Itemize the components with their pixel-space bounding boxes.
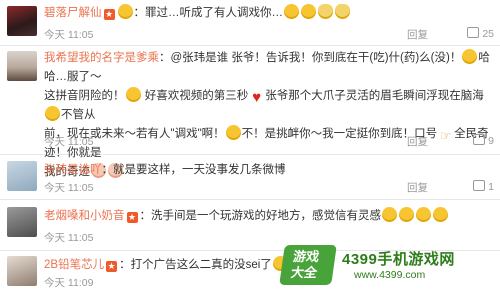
- comment-text: ：罪过…听成了有人调戏你…: [133, 7, 284, 19]
- username-link[interactable]: 碧落尸解仙: [44, 7, 102, 19]
- comment-item: 我希望我的名字是爹乘：@张玮是谁 张爷！告诉我！你到底在干(吃)什(药)么(没)…: [0, 46, 500, 178]
- timestamp: 今天 11:05: [44, 136, 94, 148]
- member-badge-icon: ★: [106, 261, 118, 272]
- thumbs-up-icon: [467, 27, 480, 38]
- logo-text: 大全: [289, 265, 319, 280]
- thumbs-up-icon: [473, 180, 486, 191]
- avatar[interactable]: [7, 256, 37, 286]
- laugh-emoji-icon: [416, 207, 431, 222]
- sweat-emoji-icon: [117, 4, 133, 19]
- avatar[interactable]: [7, 161, 37, 191]
- cat-emoji-icon: [318, 4, 333, 19]
- comment-content: 碧落尸解仙 ★ ：罪过…听成了有人调戏你…: [44, 4, 494, 23]
- reply-button[interactable]: 回复: [407, 134, 428, 149]
- comment-text: 不管从: [61, 109, 96, 121]
- comment-text: 张爷那个大爪子灵活的眉毛瞬间浮现在脑海: [265, 90, 484, 102]
- smirk-emoji-icon: [45, 106, 60, 121]
- username-link[interactable]: 老烟嗓和小奶音: [44, 210, 125, 222]
- like-count: 1: [488, 181, 494, 193]
- comment-content: 张玮是谁吖：就是要这样，一天没事发几条微博: [44, 161, 494, 180]
- like-count: 25: [482, 28, 494, 40]
- like-button[interactable]: 1: [473, 180, 494, 193]
- like-button[interactable]: 25: [467, 27, 494, 40]
- comment-item: 张玮是谁吖：就是要这样，一天没事发几条微博 今天 11:05 回复 1: [0, 155, 500, 200]
- watermark-title: 4399手机游戏网: [342, 251, 455, 268]
- laugh-emoji-icon: [284, 4, 299, 19]
- timestamp: 今天 11:05: [44, 182, 94, 194]
- comment-meta: 今天 11:05 回复 9: [44, 134, 494, 149]
- timestamp: 今天 11:05: [44, 232, 94, 244]
- comment-text: ：就是要这样，一天没事发几条微博: [101, 164, 286, 176]
- laugh-emoji-icon: [433, 207, 448, 222]
- comment-text: ：洗手间是一个玩游戏的好地方，感觉信有灵感: [139, 210, 382, 222]
- avatar[interactable]: [7, 207, 37, 237]
- comment-meta: 今天 11:05 回复 25: [44, 27, 494, 42]
- member-badge-icon: ★: [103, 9, 115, 20]
- comment-text: 好喜欢视频的第三秒: [144, 90, 249, 102]
- comment-item: 老烟嗓和小奶音 ★ ：洗手间是一个玩游戏的好地方，感觉信有灵感 今天 11:05: [0, 200, 500, 251]
- username-link[interactable]: 张玮是谁吖: [44, 164, 102, 176]
- comment-meta: 今天 11:05 回复 1: [44, 180, 494, 195]
- laugh-emoji-icon: [382, 207, 397, 222]
- avatar[interactable]: [7, 6, 37, 36]
- reply-button[interactable]: 回复: [407, 27, 428, 42]
- game-logo-icon: 游戏 大全: [279, 245, 337, 285]
- comment-meta: 今天 11:05: [44, 230, 494, 245]
- comment-item: 碧落尸解仙 ★ ：罪过…听成了有人调戏你… 今天 11:05 回复 25: [0, 0, 500, 46]
- timestamp: 今天 11:05: [44, 29, 94, 41]
- comment-text: ：打个广告这么二真的没sei了: [119, 259, 272, 271]
- comment-content: 老烟嗓和小奶音 ★ ：洗手间是一个玩游戏的好地方，感觉信有灵感: [44, 207, 494, 226]
- username-link[interactable]: 2B铅笔芯儿: [44, 259, 104, 271]
- member-badge-icon: ★: [126, 212, 138, 223]
- logo-text: 游戏: [292, 249, 321, 264]
- like-count: 9: [488, 135, 494, 147]
- watermark-url: www.4399.com: [354, 269, 426, 281]
- thumbs-up-icon: [473, 134, 486, 145]
- laugh-emoji-icon: [399, 207, 414, 222]
- cat-emoji-icon: [335, 4, 350, 19]
- avatar[interactable]: [7, 51, 37, 81]
- surprised-emoji-icon: [462, 49, 478, 64]
- timestamp: 今天 11:09: [44, 277, 94, 289]
- smile-emoji-icon: [125, 87, 141, 102]
- reply-button[interactable]: 回复: [407, 180, 428, 195]
- site-watermark: 游戏 大全 4399手机游戏网 www.4399.com: [279, 245, 494, 287]
- laugh-emoji-icon: [301, 4, 316, 19]
- comment-text: ：@张玮是谁 张爷！告诉我！你到底在干(吃)什(药)么(没)！: [159, 52, 462, 64]
- username-link[interactable]: 我希望我的名字是爹乘: [44, 52, 159, 64]
- heart-icon: ♥: [252, 89, 262, 106]
- like-button[interactable]: 9: [473, 134, 494, 147]
- comment-text: 这拼音阴险的！: [44, 90, 125, 102]
